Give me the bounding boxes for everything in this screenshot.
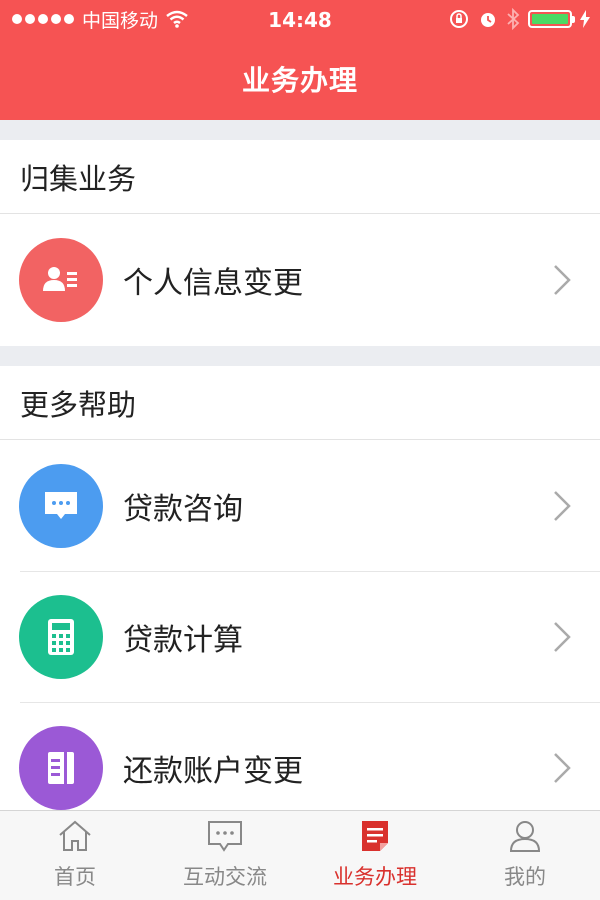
chat-bubble-icon <box>19 463 103 548</box>
status-left: 中国移动 <box>12 6 188 33</box>
section-collection: 归集业务 个人信息变更 <box>0 140 600 346</box>
chevron-right-icon <box>542 264 582 296</box>
chevron-right-icon <box>542 752 582 784</box>
tab-mine[interactable]: 我的 <box>450 811 600 900</box>
account-book-icon <box>19 725 103 810</box>
chevron-right-icon <box>542 490 582 522</box>
home-icon <box>59 820 91 851</box>
alarm-icon <box>481 13 495 27</box>
list-item-label: 贷款咨询 <box>123 491 243 527</box>
tab-business[interactable]: 业务办理 <box>300 811 450 900</box>
section-title: 更多帮助 <box>0 366 600 440</box>
top-bar: 中国移动 14:48 业务办理 <box>0 0 600 120</box>
section-title: 归集业务 <box>0 140 600 214</box>
tab-interaction[interactable]: 互动交流 <box>150 811 300 900</box>
list-item-loan-consult[interactable]: 贷款咨询 <box>0 440 600 571</box>
status-right <box>448 8 590 30</box>
status-bar: 中国移动 14:48 <box>0 0 600 38</box>
list-item-personal-info[interactable]: 个人信息变更 <box>0 214 600 345</box>
calculator-icon <box>19 594 103 679</box>
list-item-label: 贷款计算 <box>123 622 243 658</box>
charging-icon <box>580 10 590 28</box>
rotation-lock-icon <box>450 10 468 28</box>
carrier-label: 中国移动 <box>82 9 159 32</box>
message-icon <box>208 821 242 852</box>
tab-label: 我的 <box>504 865 546 889</box>
chevron-right-icon <box>542 621 582 653</box>
list-item-repayment-account[interactable]: 还款账户变更 <box>0 702 600 810</box>
list-item-label: 还款账户变更 <box>123 753 303 789</box>
tab-label: 首页 <box>54 865 96 889</box>
bluetooth-icon <box>507 8 520 30</box>
tab-label: 互动交流 <box>183 865 267 889</box>
battery-icon <box>528 10 575 28</box>
id-card-icon <box>19 237 103 322</box>
section-more-help: 更多帮助 贷款咨询 贷款计算 还款账户变更 <box>0 366 600 810</box>
list-item-label: 个人信息变更 <box>123 265 303 301</box>
page-title: 业务办理 <box>241 64 358 97</box>
list-item-loan-calculator[interactable]: 贷款计算 <box>0 571 600 702</box>
document-icon <box>362 821 388 851</box>
wifi-icon <box>166 10 188 28</box>
tab-label: 业务办理 <box>333 865 417 889</box>
tab-bar: 首页 互动交流 业务办理 我的 <box>0 810 600 900</box>
battery-fill <box>532 14 568 24</box>
tab-home[interactable]: 首页 <box>0 811 150 900</box>
user-icon <box>509 821 541 852</box>
signal-icon <box>12 14 74 24</box>
